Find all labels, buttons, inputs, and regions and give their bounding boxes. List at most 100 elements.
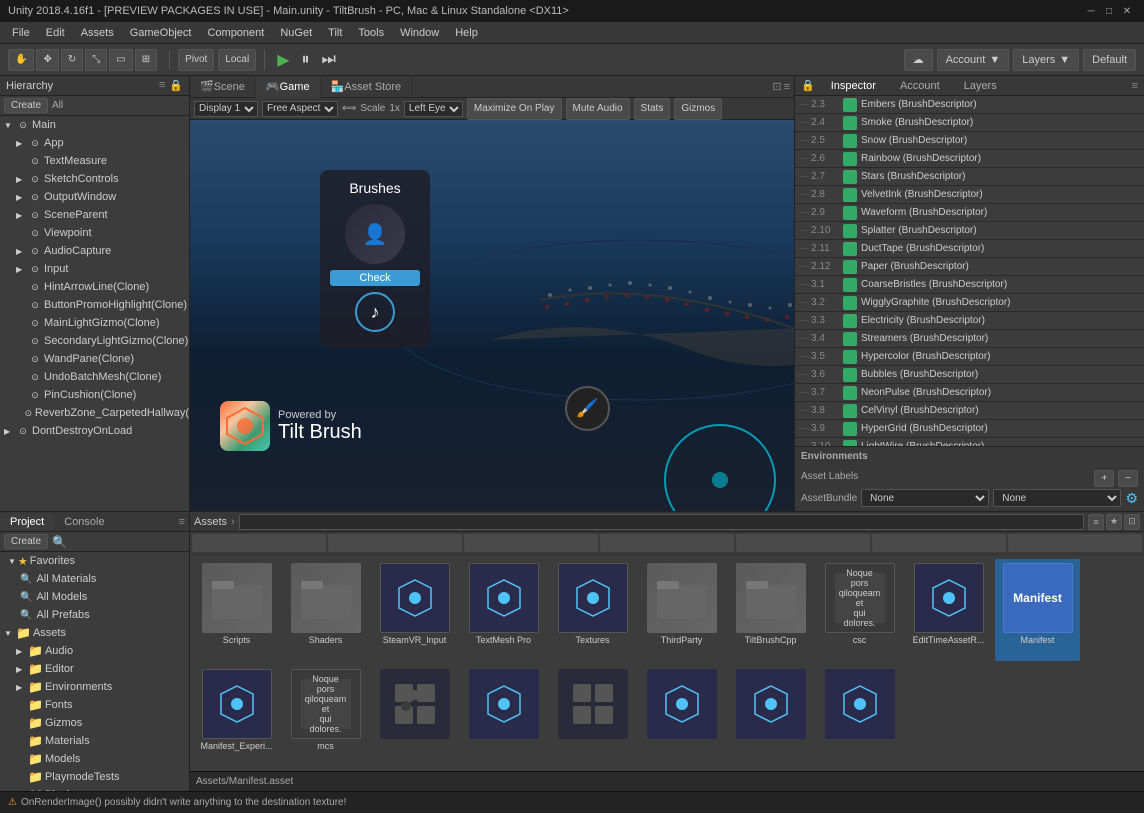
inspector-row-3-9[interactable]: — 3.9 HyperGrid (BrushDescriptor) bbox=[795, 420, 1144, 438]
csc-item[interactable]: Noque porsqiloqueam etqui dolores. csc bbox=[817, 559, 902, 661]
audio-folder[interactable]: ▶ 📁 Audio bbox=[0, 642, 189, 660]
inspector-row-3-5[interactable]: — 3.5 Hypercolor (BrushDescriptor) bbox=[795, 348, 1144, 366]
inspector-row-2-4[interactable]: — 2.4 Smoke (BrushDescriptor) bbox=[795, 114, 1144, 132]
inspector-menu-icon[interactable]: ≡ bbox=[1132, 80, 1138, 92]
filter-icon-button[interactable]: ⊡ bbox=[1124, 514, 1140, 530]
tree-item-buttonpromo[interactable]: ⊙ ButtonPromoHighlight(Clone) bbox=[0, 296, 189, 314]
menu-item-gameobject[interactable]: GameObject bbox=[122, 25, 200, 41]
steamvr-folder-item[interactable]: SteamVR_Input bbox=[372, 559, 457, 661]
add-button[interactable]: + bbox=[1094, 470, 1114, 487]
materials-folder[interactable]: 📁 Materials bbox=[0, 732, 189, 750]
inspector-row-2-12[interactable]: — 2.12 Paper (BrushDescriptor) bbox=[795, 258, 1144, 276]
gizmos-folder[interactable]: 📁 Gizmos bbox=[0, 714, 189, 732]
remove-button[interactable]: − bbox=[1118, 470, 1138, 487]
toggle-icon-button[interactable]: ≡ bbox=[1088, 514, 1104, 530]
game-tab[interactable]: 🎮 Game bbox=[256, 76, 321, 98]
asset-bundle-select-2[interactable]: None bbox=[993, 489, 1121, 507]
check-button[interactable]: Check bbox=[330, 270, 420, 286]
play-button[interactable]: ▶ bbox=[273, 50, 293, 70]
tiltbrushcpp-item[interactable]: TiltBrushCpp bbox=[728, 559, 813, 661]
aspect-select[interactable]: Free Aspect bbox=[262, 101, 338, 117]
all-materials-item[interactable]: 🔍 All Materials bbox=[0, 570, 189, 588]
account-tab[interactable]: Account bbox=[892, 78, 948, 94]
mcs-item[interactable]: Noque porsqiloqueam etqui dolores. mcs bbox=[283, 665, 368, 767]
thirdparty-folder-item[interactable]: ThirdParty bbox=[639, 559, 724, 661]
fonts-folder[interactable]: 📁 Fonts bbox=[0, 696, 189, 714]
unity-item-3[interactable] bbox=[728, 665, 813, 767]
display-select[interactable]: Display 1 bbox=[194, 101, 258, 117]
inspector-row-3-6[interactable]: — 3.6 Bubbles (BrushDescriptor) bbox=[795, 366, 1144, 384]
project-create-button[interactable]: Create bbox=[4, 534, 48, 549]
close-button[interactable]: ✕ bbox=[1118, 2, 1136, 20]
unity-item-2[interactable] bbox=[639, 665, 724, 767]
hand-tool-button[interactable]: ✋ bbox=[8, 49, 34, 71]
rotate-tool-button[interactable]: ↻ bbox=[61, 49, 83, 71]
inspector-tab[interactable]: Inspector bbox=[823, 78, 884, 94]
menu-item-nuget[interactable]: NuGet bbox=[272, 25, 320, 41]
inspector-row-3-8[interactable]: — 3.8 CelVinyl (BrushDescriptor) bbox=[795, 402, 1144, 420]
inspector-row-2-10[interactable]: — 2.10 Splatter (BrushDescriptor) bbox=[795, 222, 1144, 240]
layers-tab[interactable]: Layers bbox=[956, 78, 1005, 94]
tree-item-outputwindow[interactable]: ▶ ⊙ OutputWindow bbox=[0, 188, 189, 206]
menu-item-help[interactable]: Help bbox=[447, 25, 486, 41]
puzzle-item-2[interactable] bbox=[550, 665, 635, 767]
tree-item-sketchcontrols[interactable]: ▶ ⊙ SketchControls bbox=[0, 170, 189, 188]
menu-item-assets[interactable]: Assets bbox=[73, 25, 122, 41]
console-tab[interactable]: Console bbox=[54, 514, 114, 530]
minimize-button[interactable]: ─ bbox=[1082, 2, 1100, 20]
tree-item-pincushion[interactable]: ⊙ PinCushion(Clone) bbox=[0, 386, 189, 404]
camera-select[interactable]: Left Eye bbox=[404, 101, 463, 117]
maximize-on-play-button[interactable]: Maximize On Play bbox=[467, 98, 562, 120]
inspector-row-3-4[interactable]: — 3.4 Streamers (BrushDescriptor) bbox=[795, 330, 1144, 348]
inspector-row-2-11[interactable]: — 2.11 DuctTape (BrushDescriptor) bbox=[795, 240, 1144, 258]
asset-store-tab[interactable]: 🏪 Asset Store bbox=[321, 76, 413, 98]
mute-audio-button[interactable]: Mute Audio bbox=[566, 98, 630, 120]
tree-item-reverbzone[interactable]: ⊙ ReverbZone_CarpetedHallway( bbox=[0, 404, 189, 422]
maximize-icon[interactable]: ⊡ bbox=[772, 80, 781, 93]
unity-item-4[interactable] bbox=[817, 665, 902, 767]
environments-folder[interactable]: ▶ 📁 Environments bbox=[0, 678, 189, 696]
inspector-row-2-9[interactable]: — 2.9 Waveform (BrushDescriptor) bbox=[795, 204, 1144, 222]
menu-icon[interactable]: ≡ bbox=[784, 81, 790, 93]
gizmos-button[interactable]: Gizmos bbox=[674, 98, 722, 120]
stats-button[interactable]: Stats bbox=[634, 98, 671, 120]
inspector-row-2-3[interactable]: — 2.3 Embers (BrushDescriptor) bbox=[795, 96, 1144, 114]
tree-item-wandpane[interactable]: ⊙ WandPane(Clone) bbox=[0, 350, 189, 368]
puzzle-item-1[interactable] bbox=[372, 665, 457, 767]
menu-item-file[interactable]: File bbox=[4, 25, 38, 41]
tree-item-input[interactable]: ▶ ⊙ Input bbox=[0, 260, 189, 278]
tree-item-undobatch[interactable]: ⊙ UndoBatchMesh(Clone) bbox=[0, 368, 189, 386]
models-folder[interactable]: 📁 Models bbox=[0, 750, 189, 768]
playmodetests-folder[interactable]: 📁 PlaymodeTests bbox=[0, 768, 189, 786]
star-icon-button[interactable]: ★ bbox=[1106, 514, 1122, 530]
inspector-row-2-6[interactable]: — 2.6 Rainbow (BrushDescriptor) bbox=[795, 150, 1144, 168]
account-button[interactable]: Account ▼ bbox=[937, 49, 1010, 71]
tree-item-app[interactable]: ▶ ⊙ App bbox=[0, 134, 189, 152]
step-button[interactable]: ⏭ bbox=[318, 51, 340, 69]
cloud-button[interactable]: ☁ bbox=[904, 49, 933, 71]
shaders-folder-item[interactable]: Shaders bbox=[283, 559, 368, 661]
dial-control[interactable]: ♪ bbox=[355, 292, 395, 332]
tree-item-hintarrow[interactable]: ⊙ HintArrowLine(Clone) bbox=[0, 278, 189, 296]
asset-bundle-select-1[interactable]: None bbox=[861, 489, 989, 507]
manifest-experi-item[interactable]: Manifest_Experi... bbox=[194, 665, 279, 767]
rect-tool-button[interactable]: ▭ bbox=[109, 49, 132, 71]
pause-button[interactable]: ⏸ bbox=[298, 51, 314, 69]
tree-item-audiocapture[interactable]: ▶ ⊙ AudioCapture bbox=[0, 242, 189, 260]
move-tool-button[interactable]: ✥ bbox=[36, 49, 58, 71]
favorites-header[interactable]: ▼ ★ Favorites bbox=[0, 552, 189, 570]
scene-tab[interactable]: 🎬 Scene bbox=[190, 76, 256, 98]
scripts-folder-item[interactable]: Scripts bbox=[194, 559, 279, 661]
textures-folder-item[interactable]: Textures bbox=[550, 559, 635, 661]
local-button[interactable]: Local bbox=[218, 49, 256, 71]
tree-item-viewpoint[interactable]: ⊙ Viewpoint bbox=[0, 224, 189, 242]
unity-item-1[interactable] bbox=[461, 665, 546, 767]
inspector-row-3-1[interactable]: — 3.1 CoarseBristles (BrushDescriptor) bbox=[795, 276, 1144, 294]
maximize-button[interactable]: □ bbox=[1100, 2, 1118, 20]
tree-item-main[interactable]: ▼ ⊙ Main bbox=[0, 116, 189, 134]
hierarchy-all-button[interactable]: All bbox=[52, 100, 63, 111]
tree-item-mainlight[interactable]: ⊙ MainLightGizmo(Clone) bbox=[0, 314, 189, 332]
menu-item-edit[interactable]: Edit bbox=[38, 25, 73, 41]
transform-tool-button[interactable]: ⊞ bbox=[135, 49, 157, 71]
textmeshpro-folder-item[interactable]: TextMesh Pro bbox=[461, 559, 546, 661]
